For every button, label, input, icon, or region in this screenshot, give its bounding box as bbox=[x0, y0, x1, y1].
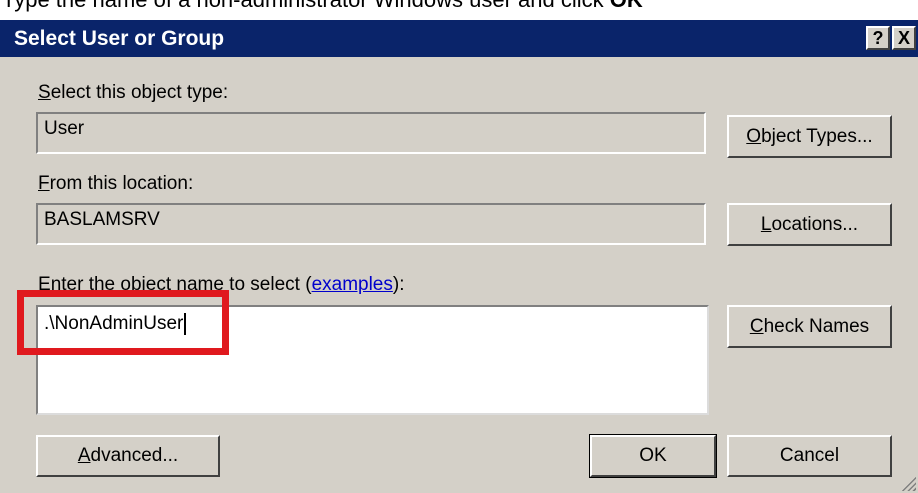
close-icon: X bbox=[897, 28, 910, 48]
locations-button[interactable]: Locations... bbox=[727, 203, 892, 246]
ok-button[interactable]: OK bbox=[589, 434, 717, 478]
help-button[interactable]: ? bbox=[866, 26, 890, 50]
object-name-input[interactable]: .\NonAdminUser bbox=[36, 305, 709, 415]
check-names-button[interactable]: Check Names bbox=[727, 305, 892, 348]
select-user-dialog: Select User or Group ? X Select this obj… bbox=[0, 20, 918, 493]
object-name-label: Enter the object name to select (example… bbox=[38, 274, 405, 295]
object-type-label: Select this object type: bbox=[38, 82, 229, 103]
close-button[interactable]: X bbox=[892, 26, 916, 50]
cancel-button[interactable]: Cancel bbox=[727, 435, 892, 477]
object-type-field: User bbox=[36, 112, 706, 154]
examples-link[interactable]: examples bbox=[312, 274, 393, 295]
object-types-button[interactable]: Object Types... bbox=[727, 115, 892, 158]
caption-bold-ok: OK bbox=[610, 0, 643, 12]
title-bar[interactable]: Select User or Group ? X bbox=[0, 20, 918, 57]
instruction-caption: Type the name of a non-administrator Win… bbox=[2, 0, 918, 14]
resize-grip-icon[interactable] bbox=[900, 475, 916, 491]
object-name-value: .\NonAdminUser bbox=[44, 313, 184, 335]
advanced-button[interactable]: Advanced... bbox=[36, 435, 220, 477]
location-field: BASLAMSRV bbox=[36, 203, 706, 245]
location-label: From this location: bbox=[38, 173, 194, 194]
caption-text: Type the name of a non-administrator Win… bbox=[2, 0, 610, 12]
text-caret bbox=[184, 313, 187, 335]
help-icon: ? bbox=[872, 28, 884, 48]
window-title: Select User or Group bbox=[14, 27, 225, 50]
